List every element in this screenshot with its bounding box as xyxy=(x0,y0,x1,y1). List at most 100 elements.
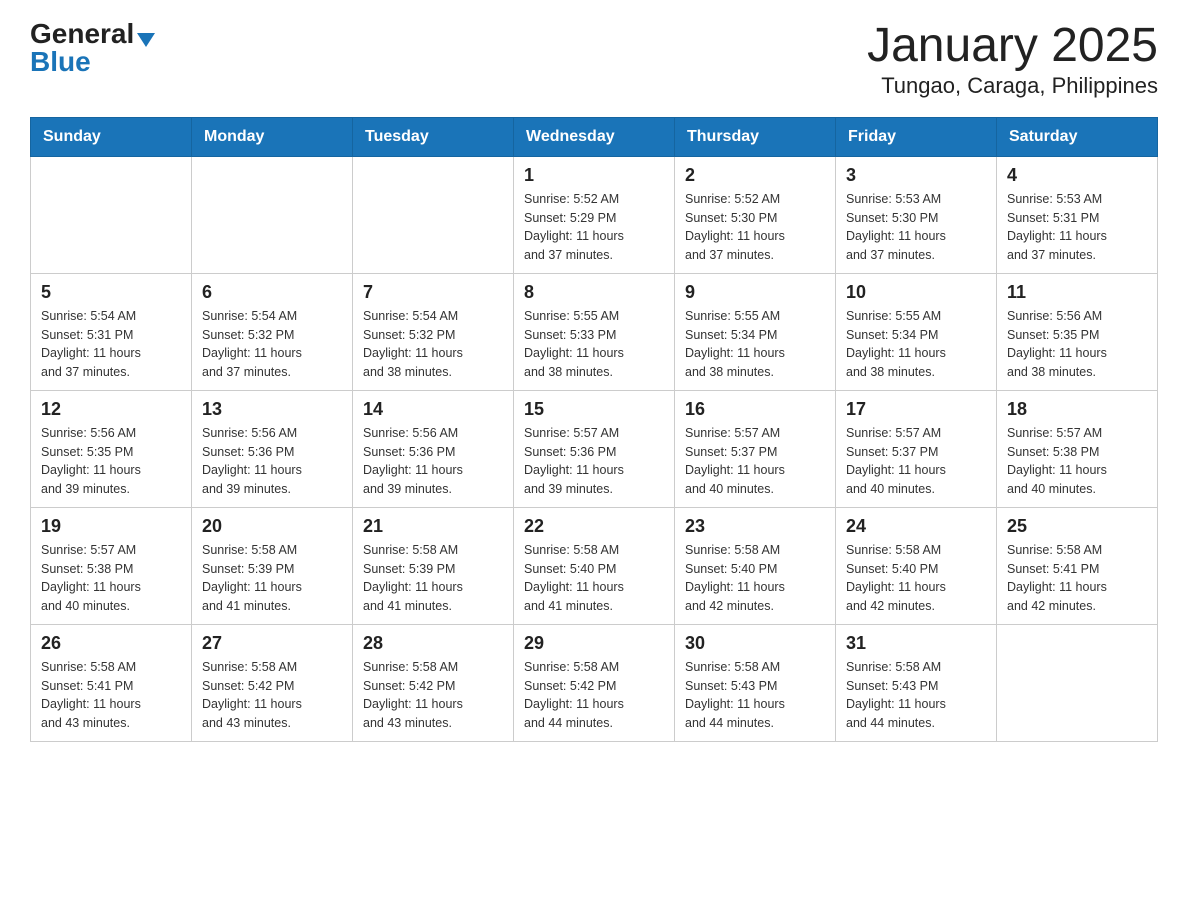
day-info: Sunrise: 5:53 AM Sunset: 5:31 PM Dayligh… xyxy=(1007,190,1147,265)
day-info: Sunrise: 5:57 AM Sunset: 5:37 PM Dayligh… xyxy=(685,424,825,499)
day-info: Sunrise: 5:56 AM Sunset: 5:35 PM Dayligh… xyxy=(1007,307,1147,382)
day-info: Sunrise: 5:58 AM Sunset: 5:42 PM Dayligh… xyxy=(524,658,664,733)
day-info: Sunrise: 5:56 AM Sunset: 5:36 PM Dayligh… xyxy=(202,424,342,499)
day-number: 29 xyxy=(524,633,664,654)
logo: General Blue xyxy=(30,20,155,76)
logo-general-text: General xyxy=(30,20,134,48)
day-number: 22 xyxy=(524,516,664,537)
header-wednesday: Wednesday xyxy=(514,117,675,156)
day-number: 11 xyxy=(1007,282,1147,303)
day-info: Sunrise: 5:57 AM Sunset: 5:36 PM Dayligh… xyxy=(524,424,664,499)
page-subtitle: Tungao, Caraga, Philippines xyxy=(867,73,1158,99)
header-friday: Friday xyxy=(836,117,997,156)
calendar-week-0: 1 Sunrise: 5:52 AM Sunset: 5:29 PM Daylig… xyxy=(31,156,1158,273)
page-header: General Blue January 2025 Tungao, Caraga… xyxy=(30,20,1158,99)
day-number: 6 xyxy=(202,282,342,303)
day-info: Sunrise: 5:58 AM Sunset: 5:43 PM Dayligh… xyxy=(846,658,986,733)
day-info: Sunrise: 5:57 AM Sunset: 5:37 PM Dayligh… xyxy=(846,424,986,499)
calendar-cell xyxy=(353,156,514,273)
day-number: 14 xyxy=(363,399,503,420)
day-info: Sunrise: 5:55 AM Sunset: 5:34 PM Dayligh… xyxy=(685,307,825,382)
day-number: 9 xyxy=(685,282,825,303)
calendar-cell xyxy=(997,624,1158,741)
calendar-cell: 24 Sunrise: 5:58 AM Sunset: 5:40 PM Dayli… xyxy=(836,507,997,624)
page-title: January 2025 xyxy=(867,20,1158,73)
calendar-cell: 16 Sunrise: 5:57 AM Sunset: 5:37 PM Dayli… xyxy=(675,390,836,507)
calendar-cell: 19 Sunrise: 5:57 AM Sunset: 5:38 PM Dayli… xyxy=(31,507,192,624)
day-number: 28 xyxy=(363,633,503,654)
day-number: 19 xyxy=(41,516,181,537)
day-info: Sunrise: 5:52 AM Sunset: 5:30 PM Dayligh… xyxy=(685,190,825,265)
day-info: Sunrise: 5:52 AM Sunset: 5:29 PM Dayligh… xyxy=(524,190,664,265)
calendar-cell: 1 Sunrise: 5:52 AM Sunset: 5:29 PM Daylig… xyxy=(514,156,675,273)
day-number: 27 xyxy=(202,633,342,654)
calendar-cell: 29 Sunrise: 5:58 AM Sunset: 5:42 PM Dayli… xyxy=(514,624,675,741)
day-number: 5 xyxy=(41,282,181,303)
day-number: 15 xyxy=(524,399,664,420)
calendar-cell: 2 Sunrise: 5:52 AM Sunset: 5:30 PM Daylig… xyxy=(675,156,836,273)
calendar-header-row: SundayMondayTuesdayWednesdayThursdayFrid… xyxy=(31,117,1158,156)
day-number: 24 xyxy=(846,516,986,537)
day-info: Sunrise: 5:58 AM Sunset: 5:40 PM Dayligh… xyxy=(524,541,664,616)
day-info: Sunrise: 5:57 AM Sunset: 5:38 PM Dayligh… xyxy=(41,541,181,616)
day-number: 21 xyxy=(363,516,503,537)
calendar-cell: 21Sunrise: 5:58 AM Sunset: 5:39 PM Dayli… xyxy=(353,507,514,624)
calendar-cell: 11 Sunrise: 5:56 AM Sunset: 5:35 PM Dayli… xyxy=(997,273,1158,390)
calendar-cell: 9 Sunrise: 5:55 AM Sunset: 5:34 PM Daylig… xyxy=(675,273,836,390)
calendar-cell: 8 Sunrise: 5:55 AM Sunset: 5:33 PM Daylig… xyxy=(514,273,675,390)
day-number: 18 xyxy=(1007,399,1147,420)
day-info: Sunrise: 5:58 AM Sunset: 5:40 PM Dayligh… xyxy=(846,541,986,616)
calendar-cell: 12 Sunrise: 5:56 AM Sunset: 5:35 PM Dayli… xyxy=(31,390,192,507)
day-number: 12 xyxy=(41,399,181,420)
calendar-week-1: 5 Sunrise: 5:54 AM Sunset: 5:31 PM Daylig… xyxy=(31,273,1158,390)
day-number: 7 xyxy=(363,282,503,303)
calendar-cell xyxy=(31,156,192,273)
day-number: 26 xyxy=(41,633,181,654)
calendar-cell: 26 Sunrise: 5:58 AM Sunset: 5:41 PM Dayli… xyxy=(31,624,192,741)
calendar-week-3: 19 Sunrise: 5:57 AM Sunset: 5:38 PM Dayli… xyxy=(31,507,1158,624)
day-info: Sunrise: 5:58 AM Sunset: 5:43 PM Dayligh… xyxy=(685,658,825,733)
day-info: Sunrise: 5:58 AM Sunset: 5:40 PM Dayligh… xyxy=(685,541,825,616)
day-info: Sunrise: 5:56 AM Sunset: 5:35 PM Dayligh… xyxy=(41,424,181,499)
calendar-cell xyxy=(192,156,353,273)
calendar-cell: 5 Sunrise: 5:54 AM Sunset: 5:31 PM Daylig… xyxy=(31,273,192,390)
day-info: Sunrise: 5:54 AM Sunset: 5:31 PM Dayligh… xyxy=(41,307,181,382)
logo-triangle-icon xyxy=(137,33,155,47)
calendar-cell: 7 Sunrise: 5:54 AM Sunset: 5:32 PM Daylig… xyxy=(353,273,514,390)
day-info: Sunrise: 5:58 AM Sunset: 5:42 PM Dayligh… xyxy=(202,658,342,733)
calendar-cell: 31 Sunrise: 5:58 AM Sunset: 5:43 PM Dayli… xyxy=(836,624,997,741)
day-number: 8 xyxy=(524,282,664,303)
day-number: 25 xyxy=(1007,516,1147,537)
calendar-week-2: 12 Sunrise: 5:56 AM Sunset: 5:35 PM Dayli… xyxy=(31,390,1158,507)
day-info: Sunrise: 5:55 AM Sunset: 5:33 PM Dayligh… xyxy=(524,307,664,382)
day-info: Sunrise: 5:54 AM Sunset: 5:32 PM Dayligh… xyxy=(363,307,503,382)
day-number: 2 xyxy=(685,165,825,186)
calendar-cell: 30 Sunrise: 5:58 AM Sunset: 5:43 PM Dayli… xyxy=(675,624,836,741)
logo-blue-text: Blue xyxy=(30,48,91,76)
day-info: Sunrise: 5:53 AM Sunset: 5:30 PM Dayligh… xyxy=(846,190,986,265)
day-number: 1 xyxy=(524,165,664,186)
calendar-cell: 22 Sunrise: 5:58 AM Sunset: 5:40 PM Dayli… xyxy=(514,507,675,624)
calendar-cell: 6Sunrise: 5:54 AM Sunset: 5:32 PM Daylig… xyxy=(192,273,353,390)
calendar-cell: 27 Sunrise: 5:58 AM Sunset: 5:42 PM Dayli… xyxy=(192,624,353,741)
day-info: Sunrise: 5:58 AM Sunset: 5:41 PM Dayligh… xyxy=(41,658,181,733)
calendar-cell: 15 Sunrise: 5:57 AM Sunset: 5:36 PM Dayli… xyxy=(514,390,675,507)
day-number: 3 xyxy=(846,165,986,186)
day-info: Sunrise: 5:58 AM Sunset: 5:41 PM Dayligh… xyxy=(1007,541,1147,616)
calendar-cell: 18 Sunrise: 5:57 AM Sunset: 5:38 PM Dayli… xyxy=(997,390,1158,507)
day-info: Sunrise: 5:57 AM Sunset: 5:38 PM Dayligh… xyxy=(1007,424,1147,499)
calendar-cell: 14 Sunrise: 5:56 AM Sunset: 5:36 PM Dayli… xyxy=(353,390,514,507)
day-number: 31 xyxy=(846,633,986,654)
day-number: 10 xyxy=(846,282,986,303)
calendar-cell: 23 Sunrise: 5:58 AM Sunset: 5:40 PM Dayli… xyxy=(675,507,836,624)
day-number: 17 xyxy=(846,399,986,420)
title-block: January 2025 Tungao, Caraga, Philippines xyxy=(867,20,1158,99)
day-number: 23 xyxy=(685,516,825,537)
day-info: Sunrise: 5:56 AM Sunset: 5:36 PM Dayligh… xyxy=(363,424,503,499)
header-monday: Monday xyxy=(192,117,353,156)
calendar-cell: 13Sunrise: 5:56 AM Sunset: 5:36 PM Dayli… xyxy=(192,390,353,507)
day-number: 16 xyxy=(685,399,825,420)
calendar-cell: 10Sunrise: 5:55 AM Sunset: 5:34 PM Dayli… xyxy=(836,273,997,390)
calendar-cell: 17 Sunrise: 5:57 AM Sunset: 5:37 PM Dayli… xyxy=(836,390,997,507)
day-number: 30 xyxy=(685,633,825,654)
